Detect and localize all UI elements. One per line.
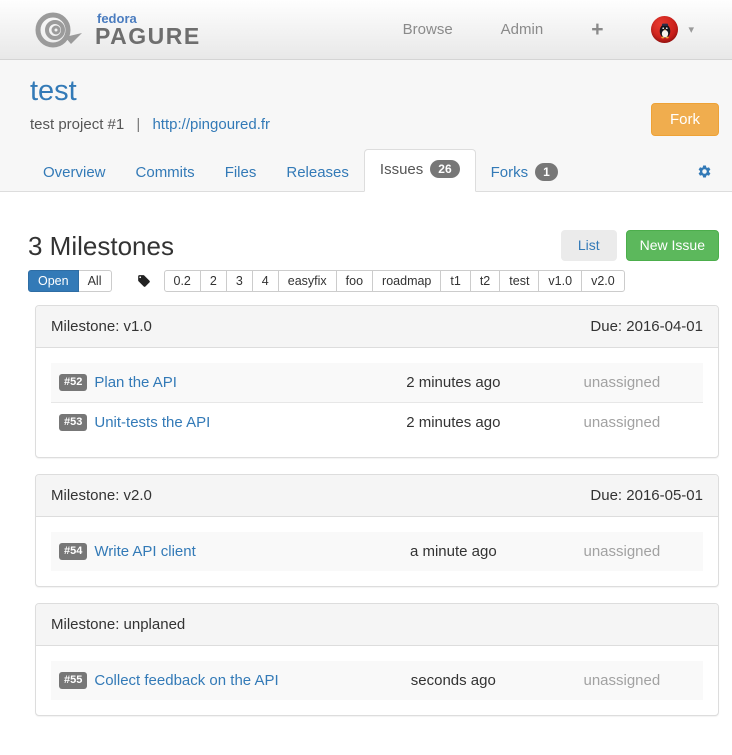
filter-row: Open All 0.2 2 3 4 easyfix foo roadmap t… [28,270,719,292]
tag-button[interactable]: t1 [440,270,470,292]
penguin-icon [656,21,674,39]
issue-title: Unit-tests the API [94,414,210,431]
project-meta: test project #1 | http://pingoured.fr [30,116,732,133]
milestone-panel-heading: Milestone: v1.0 Due: 2016-04-01 [36,306,718,348]
project-header: test test project #1 | http://pingoured.… [0,60,732,192]
issue-row: #54 Write API client a minute ago unassi… [51,532,703,571]
tag-filter-group: 0.2 2 3 4 easyfix foo roadmap t1 t2 test… [164,270,625,292]
issue-id-badge: #55 [59,672,87,689]
filter-all-button[interactable]: All [78,270,112,292]
tag-button[interactable]: v1.0 [538,270,582,292]
tab-releases[interactable]: Releases [271,154,364,191]
milestone-panel-heading: Milestone: v2.0 Due: 2016-05-01 [36,475,718,517]
milestone-panel-unplaned: Milestone: unplaned #55 Collect feedback… [35,603,719,716]
pagure-home-link[interactable]: fedora PAGURE [30,9,201,51]
milestone-title: Milestone: v1.0 [51,318,152,335]
issue-title: Collect feedback on the API [94,672,278,689]
status-filter-group: Open All [28,270,112,292]
issue-row: #55 Collect feedback on the API seconds … [51,661,703,700]
tag-button[interactable]: roadmap [372,270,441,292]
issue-title-cell: #54 Write API client [59,543,358,560]
issue-id-badge: #52 [59,374,87,391]
issue-title-cell: #53 Unit-tests the API [59,414,358,431]
milestone-panel-heading: Milestone: unplaned [36,604,718,646]
plus-icon[interactable]: + [591,19,603,40]
avatar [651,16,678,43]
brand-wordmark: fedora PAGURE [95,12,201,48]
list-view-button[interactable]: List [561,230,617,261]
nav-browse-link[interactable]: Browse [403,21,453,38]
issue-assignee: unassigned [549,414,695,431]
tab-overview[interactable]: Overview [28,154,121,191]
milestone-panel-body: #52 Plan the API 2 minutes ago unassigne… [36,348,718,457]
milestone-panel-body: #55 Collect feedback on the API seconds … [36,646,718,715]
issue-link[interactable]: #52 Plan the API [59,374,177,391]
new-issue-button[interactable]: New Issue [626,230,719,261]
issue-row: #52 Plan the API 2 minutes ago unassigne… [51,363,703,402]
issue-id-badge: #54 [59,543,87,560]
issue-assignee: unassigned [549,672,695,689]
tag-button[interactable]: test [499,270,539,292]
project-url-link[interactable]: http://pingoured.fr [152,116,270,133]
top-navbar: fedora PAGURE Browse Admin + ▾ [0,0,732,60]
forks-count-badge: 1 [535,163,558,181]
issues-count-badge: 26 [430,160,459,178]
issue-modified: 2 minutes ago [358,414,549,431]
tag-button[interactable]: 4 [252,270,279,292]
tab-forks[interactable]: Forks 1 [476,153,573,191]
project-tabs: Overview Commits Files Releases Issues 2… [0,149,732,192]
milestones-heading: 3 Milestones [28,231,174,261]
issue-link[interactable]: #54 Write API client [59,543,196,560]
issue-modified: a minute ago [358,543,549,560]
tag-button[interactable]: easyfix [278,270,337,292]
issue-link[interactable]: #55 Collect feedback on the API [59,672,279,689]
tab-forks-label: Forks [491,164,529,181]
issue-title: Plan the API [94,374,177,391]
issue-title: Write API client [94,543,195,560]
nav-admin-link[interactable]: Admin [501,21,544,38]
milestone-due-date: Due: 2016-04-01 [590,318,703,335]
issue-link[interactable]: #53 Unit-tests the API [59,414,210,431]
navbar-links: Browse Admin + ▾ [403,16,694,43]
gear-icon[interactable] [697,164,712,179]
user-menu[interactable]: ▾ [651,16,694,43]
tab-issues-label: Issues [380,161,423,178]
issue-title-cell: #52 Plan the API [59,374,358,391]
milestone-panel-body: #54 Write API client a minute ago unassi… [36,517,718,586]
toolbar-actions: List New Issue [561,230,719,261]
caret-down-icon: ▾ [688,23,694,36]
issue-modified: 2 minutes ago [358,374,549,391]
tag-button[interactable]: 3 [226,270,253,292]
issue-modified: seconds ago [358,672,549,689]
tag-button[interactable]: foo [336,270,373,292]
tab-files[interactable]: Files [210,154,272,191]
tag-icon [137,274,151,288]
tag-button[interactable]: t2 [470,270,500,292]
milestone-panel-v2.0: Milestone: v2.0 Due: 2016-05-01 #54 Writ… [35,474,719,587]
project-description: test project #1 [30,116,124,133]
meta-separator: | [136,116,140,133]
milestone-due-date: Due: 2016-05-01 [590,487,703,504]
brand-pagure-label: PAGURE [95,25,201,48]
milestone-title: Milestone: v2.0 [51,487,152,504]
snail-logo-icon [30,9,86,51]
fork-button[interactable]: Fork [651,103,719,136]
issue-id-badge: #53 [59,414,87,431]
issue-title-cell: #55 Collect feedback on the API [59,672,358,689]
issue-assignee: unassigned [549,374,695,391]
milestone-panel-v1.0: Milestone: v1.0 Due: 2016-04-01 #52 Plan… [35,305,719,458]
tab-commits[interactable]: Commits [121,154,210,191]
tag-button[interactable]: 2 [200,270,227,292]
filter-open-button[interactable]: Open [28,270,79,292]
tag-button[interactable]: v2.0 [581,270,625,292]
tag-button[interactable]: 0.2 [164,270,201,292]
tab-issues[interactable]: Issues 26 [364,149,476,192]
issue-row: #53 Unit-tests the API 2 minutes ago una… [51,402,703,442]
page-title: test [30,74,732,108]
milestone-title: Milestone: unplaned [51,616,185,633]
issue-assignee: unassigned [549,543,695,560]
milestones-toolbar: 3 Milestones List New Issue [28,230,719,261]
milestones-page: 3 Milestones List New Issue Open All 0.2… [0,230,732,716]
